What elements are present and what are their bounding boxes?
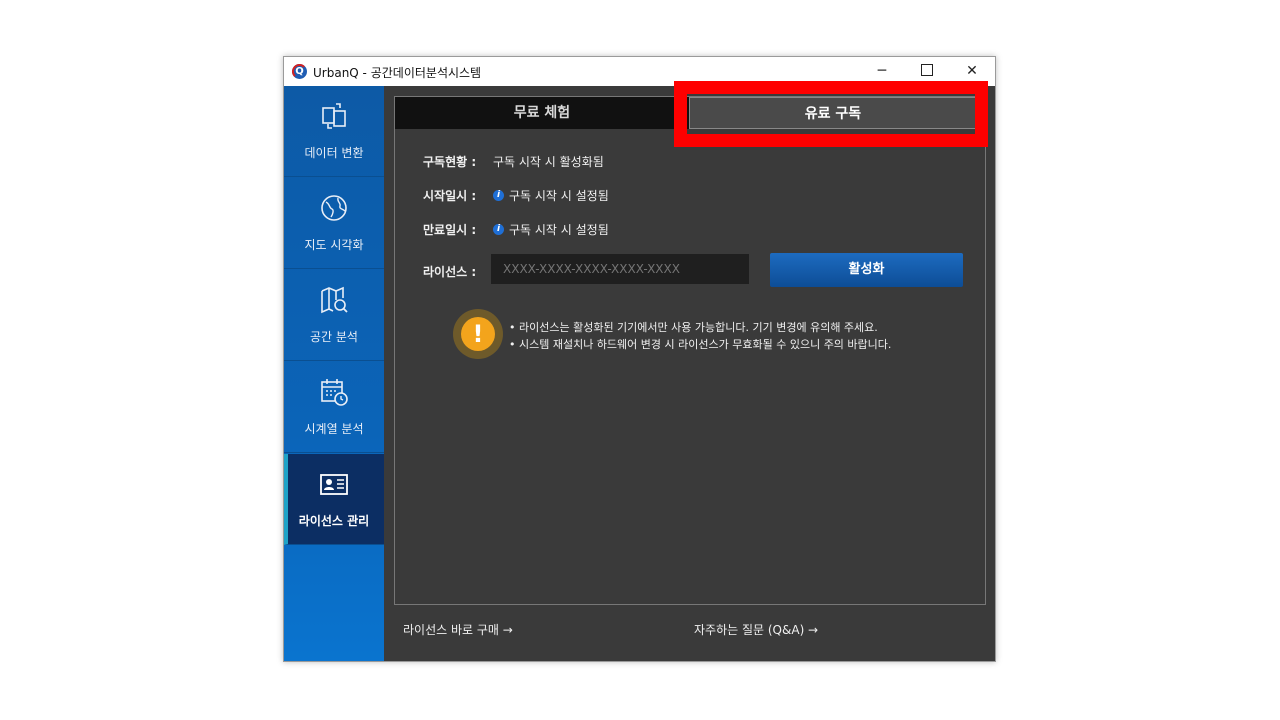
globe-icon (321, 195, 347, 221)
notice-line-1: • 라이선스는 활성화된 기기에서만 사용 가능합니다. 기기 변경에 유의해 … (509, 321, 878, 334)
sidebar-item-map-visualization[interactable]: 지도 시각화 (284, 178, 384, 269)
subscription-status-label: 구독현황 : (423, 155, 477, 169)
sidebar: 데이터 변환 지도 시각화 공간 분석 시계열 분석 라이선스 관리 (284, 86, 384, 661)
license-row: 라이선스 : (423, 263, 493, 280)
license-label: 라이선스 : (423, 265, 477, 279)
highlight-box (674, 81, 988, 147)
info-icon: i (493, 224, 504, 235)
subscription-status-value: 구독 시작 시 활성화됨 (493, 155, 604, 169)
start-date-row: 시작일시 : i 구독 시작 시 설정됨 (423, 187, 609, 204)
buy-license-link[interactable]: 라이선스 바로 구매 → (403, 621, 513, 638)
license-panel: 무료 체험 유료 구독 구독현황 : 구독 시작 시 활성화됨 시작일시 : i 구독… (394, 96, 986, 605)
info-icon: i (493, 190, 504, 201)
window-title: UrbanQ - 공간데이터분석시스템 (313, 66, 482, 80)
sidebar-item-label: 데이터 변환 (304, 146, 364, 160)
sidebar-item-data-convert[interactable]: 데이터 변환 (284, 86, 384, 177)
notice-line-2: • 시스템 재설치나 하드웨어 변경 시 라이선스가 무효화될 수 있으니 주의… (509, 338, 892, 351)
sidebar-item-label: 지도 시각화 (304, 238, 364, 252)
sidebar-item-label: 시계열 분석 (304, 422, 364, 436)
warning-icon: ! (453, 309, 503, 359)
id-card-icon (320, 474, 348, 495)
sidebar-item-spatial-analysis[interactable]: 공간 분석 (284, 270, 384, 361)
end-date-label: 만료일시 : (423, 223, 477, 237)
license-key-input[interactable] (491, 254, 749, 284)
tab-free-trial[interactable]: 무료 체험 (395, 97, 689, 129)
sidebar-item-timeseries-analysis[interactable]: 시계열 분석 (284, 362, 384, 453)
map-search-icon (321, 286, 348, 314)
maximize-icon (921, 63, 933, 76)
app-logo-icon: Q (292, 64, 307, 79)
start-date-label: 시작일시 : (423, 189, 477, 203)
data-convert-icon (322, 103, 346, 129)
calendar-clock-icon (321, 379, 348, 406)
faq-link[interactable]: 자주하는 질문 (Q&A) → (694, 621, 818, 638)
sidebar-item-label: 라이선스 관리 (298, 514, 370, 528)
end-date-value: 구독 시작 시 설정됨 (509, 223, 609, 237)
activate-button[interactable]: 활성화 (770, 253, 963, 287)
subscription-status-row: 구독현황 : 구독 시작 시 활성화됨 (423, 153, 604, 170)
end-date-row: 만료일시 : i 구독 시작 시 설정됨 (423, 221, 609, 238)
start-date-value: 구독 시작 시 설정됨 (509, 189, 609, 203)
sidebar-item-license-management[interactable]: 라이선스 관리 (284, 454, 384, 545)
sidebar-item-label: 공간 분석 (310, 330, 358, 344)
